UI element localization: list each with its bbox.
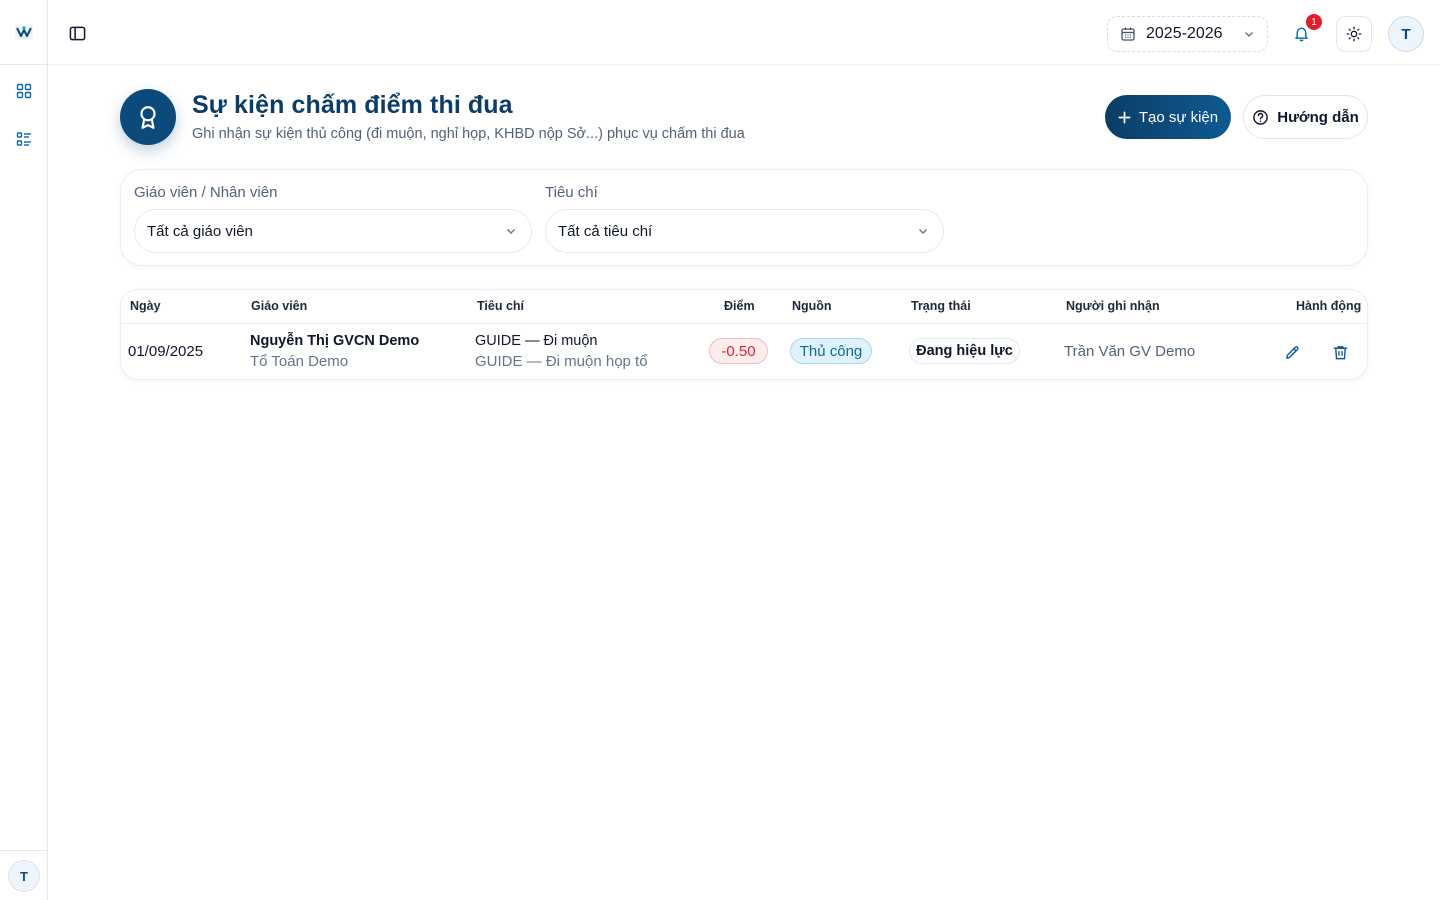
school-year-select[interactable]: 2025-2026: [1107, 16, 1268, 52]
edit-button[interactable]: [1282, 342, 1302, 362]
sidebar-toggle-icon: [69, 26, 85, 40]
calendar-icon: [1121, 27, 1135, 41]
cell-recorder: Trần Văn GV Demo: [1064, 343, 1196, 360]
page-title: Sự kiện chấm điểm thi đua: [192, 91, 513, 119]
col-header-recorder[interactable]: Người ghi nhận: [1066, 299, 1160, 313]
user-avatar[interactable]: T: [1388, 16, 1424, 52]
sidebar-avatar[interactable]: T: [8, 860, 40, 892]
sidebar-toggle-button[interactable]: [66, 22, 88, 44]
cell-teacher-name: Nguyễn Thị GVCN Demo: [250, 333, 420, 349]
page-icon: [120, 89, 176, 145]
create-event-button[interactable]: Tạo sự kiện: [1105, 95, 1231, 139]
app-logo-icon[interactable]: [14, 22, 34, 42]
col-header-teacher[interactable]: Giáo viên: [251, 299, 307, 313]
teacher-filter-select[interactable]: Tất cả giáo viên: [134, 209, 532, 253]
page-subtitle: Ghi nhận sự kiện thủ công (đi muộn, nghỉ…: [192, 126, 745, 142]
teacher-filter-label: Giáo viên / Nhân viên: [134, 184, 278, 201]
guide-label: Hướng dẫn: [1277, 108, 1359, 126]
delete-button[interactable]: [1330, 342, 1350, 362]
cell-criteria-sub: GUIDE — Đi muộn họp tổ: [475, 353, 648, 370]
sidebar: T: [0, 0, 48, 900]
pencil-icon: [1285, 345, 1299, 359]
chevron-down-icon: [1245, 32, 1253, 37]
topbar: 2025-2026 1 T: [48, 0, 1440, 65]
col-header-score[interactable]: Điểm: [724, 299, 755, 313]
teacher-filter-value: Tất cả giáo viên: [147, 222, 253, 240]
trash-icon: [1333, 345, 1347, 359]
table-header-row: Ngày Giáo viên Tiêu chí Điểm Nguồn Trạng…: [121, 290, 1367, 324]
award-ribbon-icon: [140, 106, 156, 129]
theme-toggle-button[interactable]: [1336, 16, 1372, 52]
guide-button[interactable]: Hướng dẫn: [1243, 95, 1368, 139]
school-year-value: 2025-2026: [1146, 25, 1223, 42]
col-header-criteria[interactable]: Tiêu chí: [477, 299, 524, 313]
cell-criteria-main: GUIDE — Đi muộn: [475, 333, 598, 349]
create-event-label: Tạo sự kiện: [1138, 108, 1219, 126]
sidebar-bottom-divider: [0, 850, 47, 851]
sidebar-divider: [0, 64, 47, 65]
events-table: Ngày Giáo viên Tiêu chí Điểm Nguồn Trạng…: [120, 289, 1368, 380]
col-header-actions: Hành động: [1296, 299, 1362, 313]
dashboard-grid-icon: [16, 83, 32, 99]
col-header-date[interactable]: Ngày: [130, 299, 161, 313]
notification-count-badge: 1: [1306, 14, 1322, 30]
criteria-filter-select[interactable]: Tất cả tiêu chí: [545, 209, 944, 253]
filter-panel: Giáo viên / Nhân viên Tất cả giáo viên T…: [120, 169, 1368, 266]
criteria-filter-label: Tiêu chí: [545, 184, 598, 201]
sidebar-item-events[interactable]: [14, 129, 34, 149]
cell-date: 01/09/2025: [128, 343, 204, 360]
col-header-status[interactable]: Trạng thái: [911, 299, 971, 313]
sidebar-item-dashboard[interactable]: [14, 81, 34, 101]
score-badge: -0.50: [709, 338, 768, 364]
status-badge: Đang hiệu lực: [909, 338, 1020, 364]
col-header-source[interactable]: Nguồn: [792, 299, 832, 313]
cell-teacher-group: Tổ Toán Demo: [250, 353, 349, 370]
help-circle-icon: [1253, 109, 1269, 125]
chevron-down-icon: [507, 229, 515, 234]
chevron-down-icon: [919, 229, 927, 234]
list-checks-icon: [16, 132, 31, 146]
sun-icon: [1346, 26, 1362, 42]
criteria-filter-value: Tất cả tiêu chí: [558, 222, 653, 240]
plus-icon: [1118, 111, 1131, 123]
source-badge: Thủ công: [790, 338, 872, 364]
